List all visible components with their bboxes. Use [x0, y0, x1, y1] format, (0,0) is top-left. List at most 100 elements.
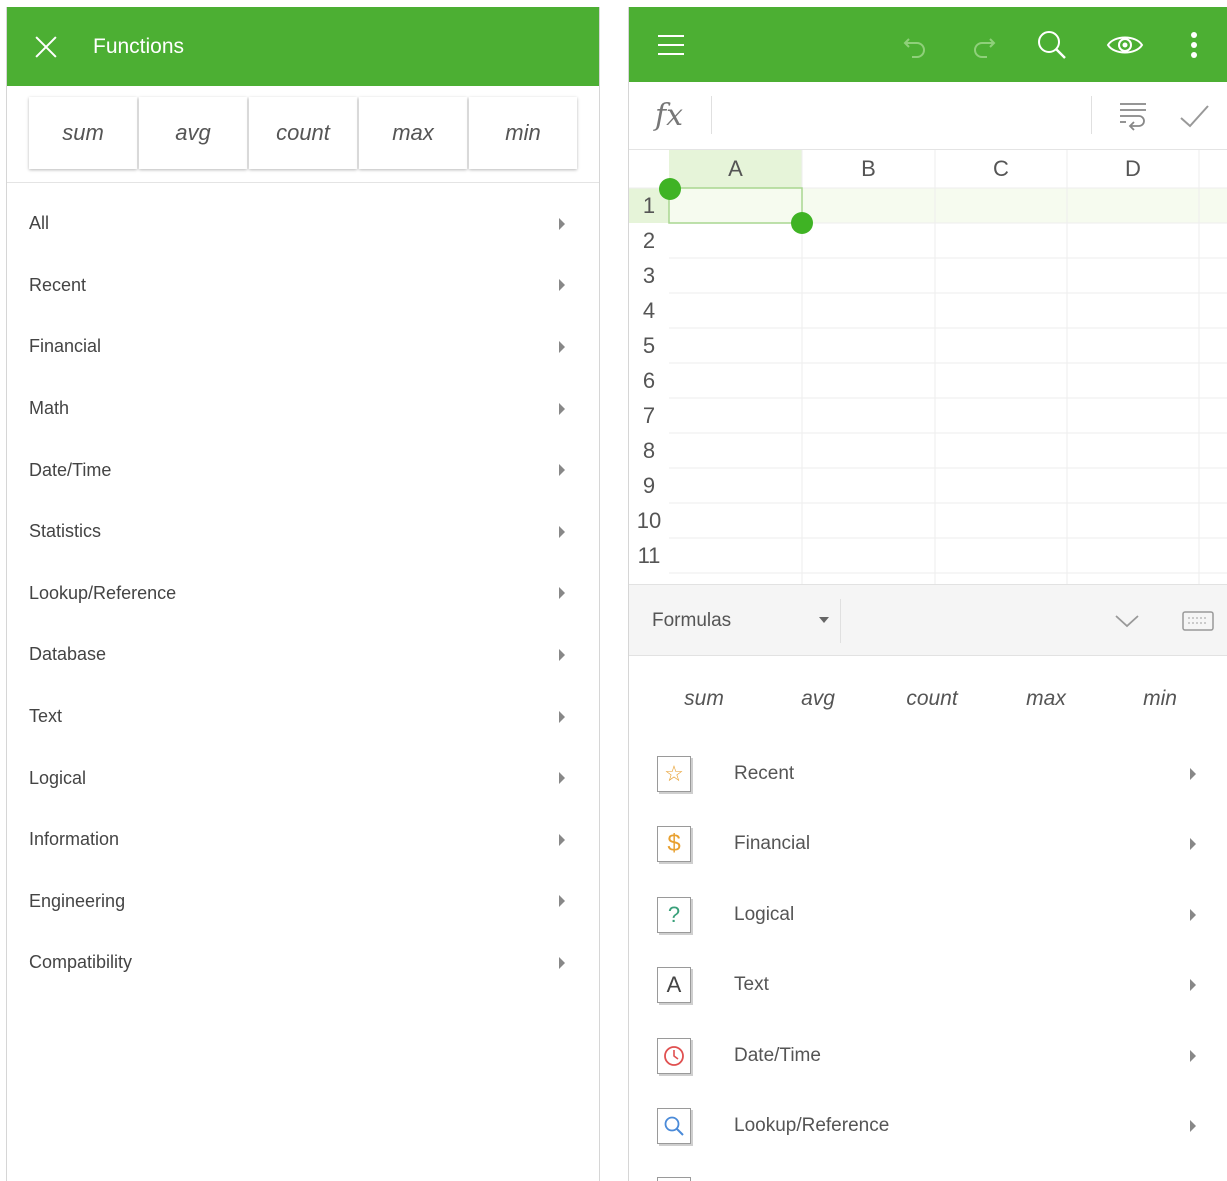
undo-icon[interactable] [897, 7, 933, 82]
quick-functions-bar: sum avg count max min [7, 86, 599, 183]
column-header-c[interactable]: C [935, 150, 1067, 188]
category-financial[interactable]: Financial [7, 316, 599, 378]
formula-category-label: Date/Time [734, 1045, 821, 1066]
star-icon: ☆ [657, 756, 691, 792]
category-math[interactable]: Math [7, 378, 599, 440]
category-label: Recent [29, 274, 87, 295]
spreadsheet-screen: fx A B C D 1 2 3 4 5 6 7 8 9 10 11 Formu… [628, 7, 1227, 1181]
close-icon[interactable] [31, 32, 61, 62]
chevron-right-icon [559, 402, 565, 415]
formula-category-logical[interactable]: ? Logical [629, 880, 1227, 950]
fx-label[interactable]: fx [655, 98, 683, 133]
row-header[interactable]: 6 [629, 363, 669, 398]
quick-function-avg[interactable]: avg [139, 97, 247, 169]
category-statistics[interactable]: Statistics [7, 501, 599, 563]
checkmark-icon[interactable] [1177, 100, 1211, 132]
formula-category-date-time[interactable]: Date/Time [629, 1021, 1227, 1091]
row-header[interactable]: 11 [629, 538, 669, 573]
row-header[interactable]: 3 [629, 258, 669, 293]
formulas-dropdown[interactable]: Formulas [652, 585, 731, 657]
column-header-b[interactable]: B [802, 150, 935, 188]
row-header[interactable]: 5 [629, 328, 669, 363]
category-label: Date/Time [29, 459, 112, 480]
category-label: Database [29, 644, 107, 665]
divider [1091, 96, 1092, 134]
divider [711, 96, 712, 134]
formula-category-lookup-reference[interactable]: Lookup/Reference [629, 1091, 1227, 1161]
row-header[interactable]: 9 [629, 468, 669, 503]
magnifier-icon [657, 1108, 691, 1144]
formula-category-label: Recent [734, 763, 795, 784]
quick-function-sum[interactable]: sum [647, 687, 761, 711]
category-logical[interactable]: Logical [7, 747, 599, 809]
question-icon: ? [657, 897, 691, 933]
quick-function-count[interactable]: count [249, 97, 357, 169]
quick-function-min[interactable]: min [469, 97, 577, 169]
quick-function-count[interactable]: count [875, 687, 989, 711]
keyboard-icon[interactable] [1182, 610, 1214, 632]
formula-category-recent[interactable]: ☆ Recent [629, 739, 1227, 809]
quick-function-min[interactable]: min [1103, 687, 1217, 711]
chevron-right-icon [559, 895, 565, 908]
row-header[interactable]: 2 [629, 223, 669, 258]
formula-category-financial[interactable]: $ Financial [629, 809, 1227, 879]
category-all[interactable]: All [7, 193, 599, 255]
category-recent[interactable]: Recent [7, 255, 599, 317]
chevron-right-icon [559, 956, 565, 969]
column-header-d[interactable]: D [1067, 150, 1199, 188]
row-header[interactable]: 7 [629, 398, 669, 433]
row-header[interactable]: 10 [629, 503, 669, 538]
quick-function-avg[interactable]: avg [761, 687, 875, 711]
grid-lines [629, 150, 1227, 584]
functions-panel: Functions sum avg count max min All Rece… [6, 7, 600, 1181]
chevron-right-icon [1190, 768, 1196, 780]
column-header-a[interactable]: A [669, 150, 802, 188]
selection-handle-bottom-right[interactable] [791, 212, 813, 234]
chevron-right-icon [1190, 1120, 1196, 1132]
chevron-down-icon[interactable] [1113, 609, 1141, 633]
category-date-time[interactable]: Date/Time [7, 439, 599, 501]
formula-category-text[interactable]: A Text [629, 950, 1227, 1020]
eye-icon[interactable] [1104, 7, 1146, 82]
row-header[interactable]: 4 [629, 293, 669, 328]
row-header[interactable]: 8 [629, 433, 669, 468]
hamburger-menu-icon[interactable] [657, 7, 685, 82]
chevron-right-icon [1190, 979, 1196, 991]
chevron-right-icon [559, 217, 565, 230]
category-label: Text [29, 706, 63, 727]
quick-function-max[interactable]: max [989, 687, 1103, 711]
category-database[interactable]: Database [7, 624, 599, 686]
formulas-panel-header: Formulas [629, 584, 1227, 656]
functions-title: Functions [93, 34, 185, 58]
formula-category-label: Logical [734, 904, 795, 925]
more-vertical-icon[interactable] [1184, 7, 1204, 82]
formula-category-label: Text [734, 974, 769, 995]
category-information[interactable]: Information [7, 809, 599, 871]
redo-icon[interactable] [966, 7, 1002, 82]
clock-icon [657, 1038, 691, 1074]
chevron-right-icon [559, 710, 565, 723]
category-label: Statistics [29, 521, 102, 542]
quick-functions-row: sum avg count max min [647, 687, 1217, 711]
formula-category-label: Lookup/Reference [734, 1115, 890, 1136]
search-icon[interactable] [1034, 7, 1070, 82]
category-engineering[interactable]: Engineering [7, 871, 599, 933]
quick-function-max[interactable]: max [359, 97, 467, 169]
category-text[interactable]: Text [7, 686, 599, 748]
row-header[interactable]: 1 [629, 188, 669, 223]
category-label: Compatibility [29, 952, 133, 973]
chevron-right-icon [559, 772, 565, 785]
spreadsheet-grid[interactable]: A B C D 1 2 3 4 5 6 7 8 9 10 11 [629, 150, 1227, 584]
chevron-right-icon [559, 464, 565, 477]
quick-function-sum[interactable]: sum [29, 97, 137, 169]
formula-input[interactable] [719, 92, 1084, 140]
category-label: Logical [29, 767, 87, 788]
chevron-right-icon [559, 587, 565, 600]
category-compatibility[interactable]: Compatibility [7, 932, 599, 994]
category-label: All [29, 213, 50, 234]
text-a-icon: A [657, 967, 691, 1003]
app-toolbar [629, 7, 1227, 82]
wrap-text-icon[interactable] [1117, 100, 1151, 132]
formula-category-label: Financial [734, 833, 811, 854]
category-lookup-reference[interactable]: Lookup/Reference [7, 563, 599, 625]
